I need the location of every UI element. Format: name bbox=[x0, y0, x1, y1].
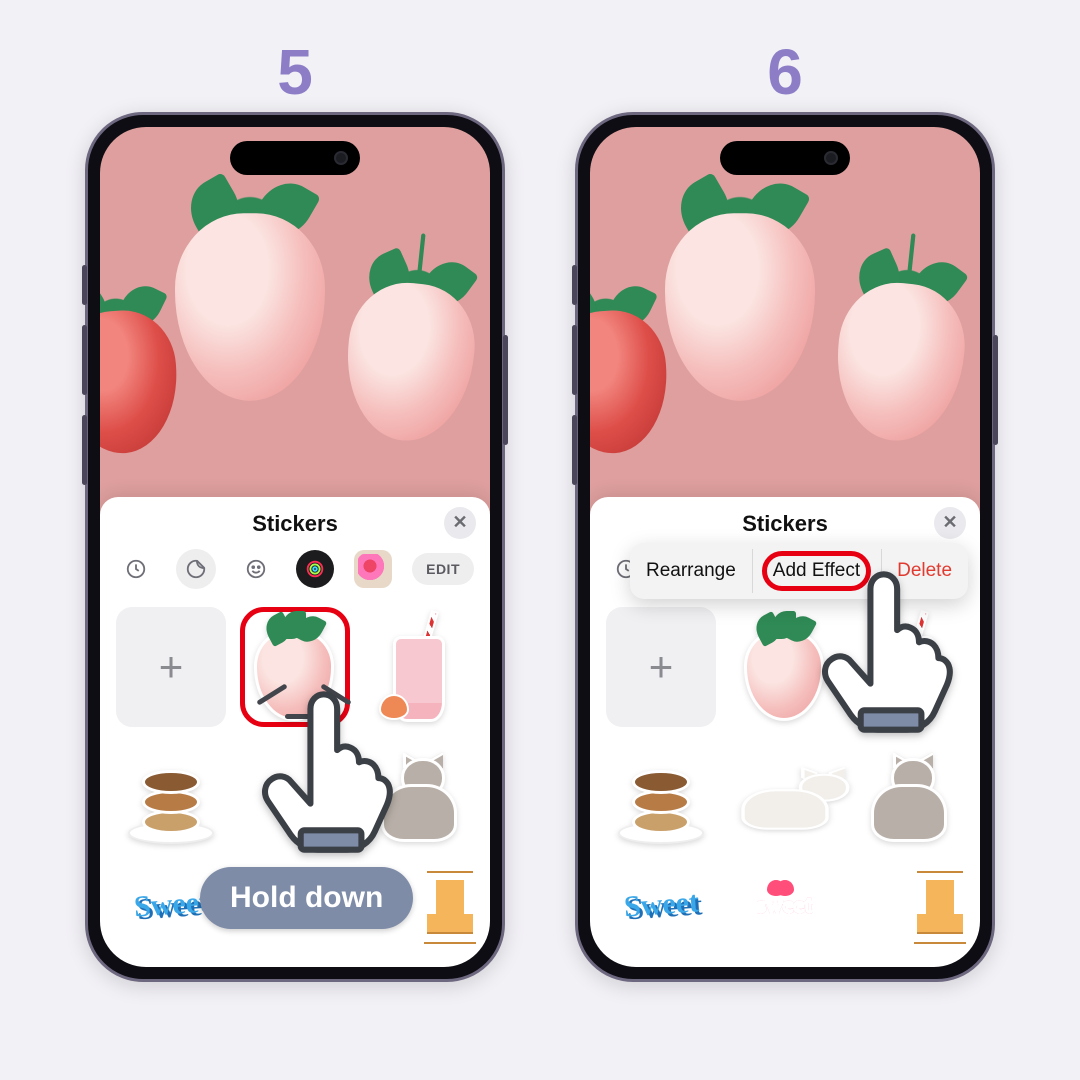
sticker-grid: + bbox=[590, 599, 980, 967]
sweet-text-sticker: Sweet bbox=[622, 885, 699, 924]
sticker-kitten[interactable] bbox=[364, 741, 474, 861]
menu-add-effect[interactable]: Add Effect bbox=[752, 543, 881, 599]
stickers-drawer: Stickers ✕ Rea bbox=[590, 497, 980, 967]
drawer-header: Stickers ✕ bbox=[590, 497, 980, 545]
clock-icon bbox=[125, 558, 147, 580]
sweet-text-sticker: Sweet bbox=[132, 885, 209, 924]
menu-delete[interactable]: Delete bbox=[881, 543, 968, 599]
add-sticker-button[interactable]: + bbox=[606, 607, 716, 727]
sticker-icon bbox=[185, 558, 207, 580]
dynamic-island bbox=[230, 141, 360, 175]
donuts-sticker-icon bbox=[614, 754, 708, 848]
smoothie-sticker-icon bbox=[869, 612, 949, 722]
sticker-donuts[interactable] bbox=[606, 741, 716, 861]
phone-screen: Stickers ✕ bbox=[100, 127, 490, 967]
pixel-sticker-icon bbox=[916, 870, 964, 940]
tab-emoji[interactable] bbox=[236, 549, 276, 589]
sticker-sweet-heart[interactable]: sweet bbox=[730, 875, 840, 935]
phone-screen: Stickers ✕ Rea bbox=[590, 127, 980, 967]
wallpaper-strawberry bbox=[100, 307, 182, 457]
drawer-header: Stickers ✕ bbox=[100, 497, 490, 545]
tab-app-2[interactable] bbox=[354, 550, 392, 588]
sweet-heart-sticker: sweet bbox=[757, 892, 813, 918]
pixel-sticker-icon bbox=[426, 870, 474, 940]
tabs-row: EDIT bbox=[100, 545, 490, 599]
step-6: 6 Stickers ✕ bbox=[575, 40, 995, 982]
context-menu: Rearrange Add Effect Delete bbox=[630, 543, 968, 599]
sticker-kitten[interactable] bbox=[854, 741, 964, 861]
step-5: 5 Stickers ✕ bbox=[85, 40, 505, 982]
edit-button[interactable]: EDIT bbox=[412, 553, 474, 585]
tabs-row: Rearrange Add Effect Delete bbox=[590, 545, 980, 599]
sticker-smoothie[interactable] bbox=[854, 607, 964, 727]
phone-side-button bbox=[82, 325, 87, 395]
wallpaper-strawberry bbox=[175, 213, 325, 401]
highlight-add-effect: Add Effect bbox=[762, 551, 871, 591]
tab-stickers[interactable] bbox=[176, 549, 216, 589]
tab-recents[interactable] bbox=[116, 549, 156, 589]
plus-icon: + bbox=[159, 643, 184, 691]
wallpaper-strawberry bbox=[829, 277, 971, 447]
wallpaper-strawberries bbox=[590, 127, 980, 547]
drawer-title: Stickers bbox=[252, 511, 338, 537]
tab-app-1[interactable] bbox=[296, 550, 334, 588]
rings-icon bbox=[304, 558, 326, 580]
phone-side-button bbox=[572, 265, 577, 305]
sticker-hidden[interactable] bbox=[240, 741, 350, 861]
white-cat-sticker-icon bbox=[730, 771, 840, 831]
phone-frame: Stickers ✕ Rea bbox=[575, 112, 995, 982]
dynamic-island bbox=[720, 141, 850, 175]
step-number-6: 6 bbox=[767, 40, 803, 104]
wallpaper-strawberry bbox=[665, 213, 815, 401]
sticker-white-cat[interactable] bbox=[730, 741, 840, 861]
smile-icon bbox=[245, 558, 267, 580]
close-icon: ✕ bbox=[452, 512, 467, 533]
phone-side-button bbox=[993, 335, 998, 445]
donuts-sticker-icon bbox=[124, 754, 218, 848]
strawberry-sticker-icon bbox=[740, 617, 830, 717]
sticker-strawberry[interactable] bbox=[730, 607, 840, 727]
sticker-smoothie[interactable] bbox=[364, 607, 474, 727]
wallpaper-strawberries bbox=[100, 127, 490, 547]
phone-side-button bbox=[503, 335, 508, 445]
steps-row: 5 Stickers ✕ bbox=[0, 0, 1080, 982]
smoothie-sticker-icon bbox=[379, 612, 459, 722]
phone-side-button bbox=[82, 265, 87, 305]
close-icon: ✕ bbox=[942, 512, 957, 533]
add-sticker-button[interactable]: + bbox=[116, 607, 226, 727]
phone-side-button bbox=[82, 415, 87, 485]
hold-down-badge: Hold down bbox=[200, 867, 413, 929]
sticker-sweet-text[interactable]: Sweet bbox=[606, 875, 716, 935]
plus-icon: + bbox=[649, 643, 674, 691]
wallpaper-strawberry bbox=[590, 307, 672, 457]
phone-side-button bbox=[572, 325, 577, 395]
sticker-donuts[interactable] bbox=[116, 741, 226, 861]
close-button[interactable]: ✕ bbox=[444, 507, 476, 539]
step-number-5: 5 bbox=[277, 40, 313, 104]
sticker-strawberry[interactable] bbox=[240, 607, 350, 727]
drawer-title: Stickers bbox=[742, 511, 828, 537]
close-button[interactable]: ✕ bbox=[934, 507, 966, 539]
phone-side-button bbox=[572, 415, 577, 485]
kitten-sticker-icon bbox=[371, 758, 467, 844]
menu-add-effect-label: Add Effect bbox=[773, 560, 860, 581]
phone-frame: Stickers ✕ bbox=[85, 112, 505, 982]
menu-rearrange[interactable]: Rearrange bbox=[630, 543, 752, 599]
kitten-sticker-icon bbox=[861, 758, 957, 844]
sticker-pixel[interactable] bbox=[854, 875, 964, 935]
wallpaper-strawberry bbox=[339, 277, 481, 447]
